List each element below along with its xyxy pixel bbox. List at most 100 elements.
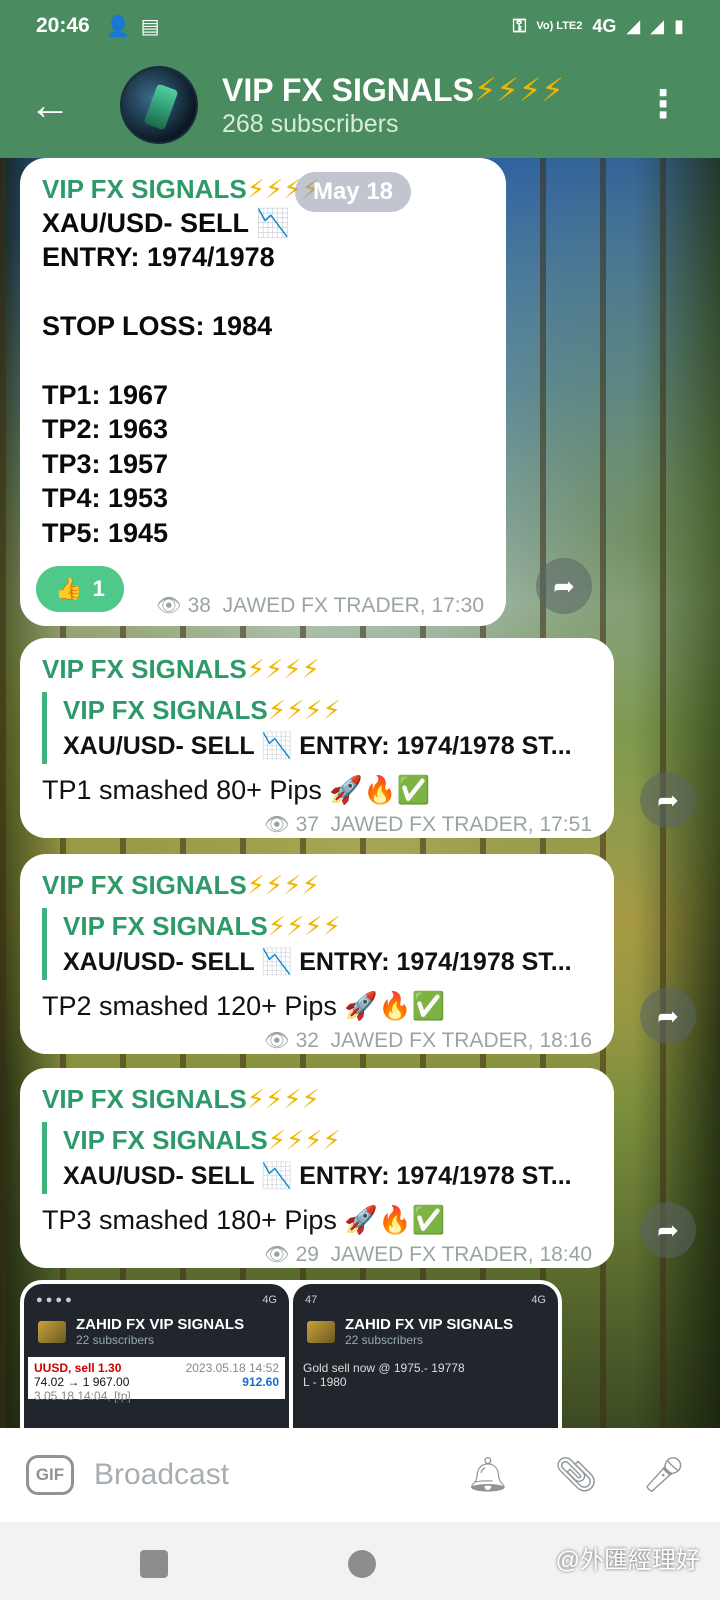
media-album[interactable]: ● ● ● ● 4G ZAHID FX VIP SIGNALS 22 subscr…: [20, 1280, 562, 1428]
media-thumbnail[interactable]: ● ● ● ● 4G ZAHID FX VIP SIGNALS 22 subscr…: [24, 1284, 289, 1428]
thumb-date: 2023.05.18 14:52: [185, 1361, 279, 1375]
message-body: TP3 smashed 180+ Pips 🚀🔥✅: [42, 1205, 446, 1235]
message-sender[interactable]: VIP FX SIGNALS⚡⚡⚡⚡: [42, 1082, 592, 1116]
thumb-logo: [38, 1320, 66, 1343]
forward-arrow-icon: ➦: [657, 1214, 679, 1245]
message-line: TP2: 1963: [42, 414, 169, 445]
reply-text: XAU/USD- SELL 📉 ENTRY: 1974/1978 ST...: [63, 1162, 572, 1190]
recents-button[interactable]: [140, 1550, 168, 1578]
view-count: 37: [295, 812, 319, 836]
message-sender[interactable]: VIP FX SIGNALS⚡⚡⚡⚡: [42, 172, 484, 206]
sender-name: VIP FX SIGNALS: [42, 870, 247, 900]
thumb-footer: 3.05.18 14:04, [tp]: [34, 1389, 131, 1403]
sender-bolts: ⚡⚡⚡⚡: [246, 870, 320, 900]
back-arrow-icon: ←: [29, 81, 71, 128]
reply-text: XAU/USD- SELL 📉 ENTRY: 1974/1978 ST...: [63, 732, 572, 760]
reply-sender: VIP FX SIGNALS⚡⚡⚡⚡: [63, 1122, 592, 1158]
more-menu-button[interactable]: ⋮: [644, 86, 682, 124]
message-line: ENTRY: 1974/1978: [42, 242, 275, 273]
forward-arrow-icon: ➦: [553, 570, 575, 601]
key-icon: ⚿: [512, 15, 527, 36]
reply-sender-name: VIP FX SIGNALS: [63, 911, 268, 941]
thumb-text-2: L - 1980: [303, 1375, 347, 1389]
thumb-subtitle: 22 subscribers: [345, 1333, 424, 1347]
chat-area[interactable]: May 18 VIP FX SIGNALS⚡⚡⚡⚡ XAU/USD- SELL …: [0, 158, 720, 1428]
thumb-text: Gold sell now @ 1975.- 19778: [303, 1361, 465, 1375]
view-count: 32: [295, 1028, 319, 1052]
person-add-icon: 👤: [105, 15, 131, 38]
author-time: JAWED FX TRADER, 17:30: [222, 593, 484, 617]
forward-button[interactable]: ➦: [640, 772, 696, 828]
view-count: 29: [295, 1242, 319, 1266]
volte-indicator: Vo) LTE2: [536, 19, 583, 32]
forward-arrow-icon: ➦: [657, 784, 679, 815]
message-bubble-2[interactable]: VIP FX SIGNALS⚡⚡⚡⚡ VIP FX SIGNALS⚡⚡⚡⚡ XA…: [20, 638, 614, 838]
reply-text: XAU/USD- SELL 📉 ENTRY: 1974/1978 ST...: [63, 948, 572, 976]
message-bubble-3[interactable]: VIP FX SIGNALS⚡⚡⚡⚡ VIP FX SIGNALS⚡⚡⚡⚡ XA…: [20, 854, 614, 1054]
message-text: XAU/USD- SELL 📉 ENTRY: 1974/1978 STOP LO…: [42, 206, 484, 550]
message-bubble-1[interactable]: VIP FX SIGNALS⚡⚡⚡⚡ XAU/USD- SELL 📉 ENTRY…: [20, 158, 506, 626]
forward-button[interactable]: ➦: [640, 988, 696, 1044]
message-meta: 👁 37 JAWED FX TRADER, 17:51: [42, 812, 592, 837]
channel-title-text: VIP FX SIGNALS: [222, 72, 474, 108]
sender-name: VIP FX SIGNALS: [42, 1084, 247, 1114]
reply-sender-bolts: ⚡⚡⚡⚡: [267, 695, 341, 725]
thumb-prices: 74.02 → 1 967.00: [34, 1375, 130, 1389]
message-line: TP4: 1953: [42, 483, 169, 514]
thumb-status: 47 4G: [305, 1294, 546, 1306]
channel-title-block[interactable]: VIP FX SIGNALS⚡⚡⚡⚡ 268 subscribers: [222, 71, 564, 139]
bell-icon[interactable]: 🔔︎: [458, 1455, 518, 1495]
reply-quote[interactable]: VIP FX SIGNALS⚡⚡⚡⚡ XAU/USD- SELL 📉 ENTRY…: [42, 692, 592, 764]
microphone-icon[interactable]: 🎤︎: [634, 1455, 694, 1495]
reply-quote[interactable]: VIP FX SIGNALS⚡⚡⚡⚡ XAU/USD- SELL 📉 ENTRY…: [42, 1122, 592, 1194]
reply-sender-name: VIP FX SIGNALS: [63, 695, 268, 725]
author-time: JAWED FX TRADER, 18:16: [330, 1028, 592, 1052]
message-body: TP2 smashed 120+ Pips 🚀🔥✅: [42, 991, 446, 1021]
message-meta: 👁 38 JAWED FX TRADER, 17:30: [156, 593, 484, 618]
watermark: @外匯經理好: [555, 1547, 700, 1574]
paperclip-icon[interactable]: 📎︎: [546, 1455, 606, 1495]
sender-bolts: ⚡⚡⚡⚡: [246, 1084, 320, 1114]
thumb-profit: 912.60: [242, 1375, 279, 1389]
message-sender[interactable]: VIP FX SIGNALS⚡⚡⚡⚡: [42, 868, 592, 902]
thumb-network: 4G: [531, 1294, 546, 1306]
forward-button[interactable]: ➦: [536, 558, 592, 614]
reply-sender-bolts: ⚡⚡⚡⚡: [267, 911, 341, 941]
message-meta: 👁 32 JAWED FX TRADER, 18:16: [42, 1028, 592, 1053]
message-sender[interactable]: VIP FX SIGNALS⚡⚡⚡⚡: [42, 652, 592, 686]
signal-icon-2: ◢: [650, 15, 665, 36]
gif-button[interactable]: GIF: [26, 1455, 74, 1495]
reaction-chip[interactable]: 👍 1: [36, 566, 124, 612]
system-nav-bar: @外匯經理好: [0, 1522, 720, 1600]
message-line: STOP LOSS: 1984: [42, 311, 273, 342]
eye-icon: 👁: [264, 814, 290, 836]
media-thumbnail[interactable]: 47 4G ZAHID FX VIP SIGNALS 22 subscribers…: [293, 1284, 558, 1428]
thumb-title: ZAHID FX VIP SIGNALS: [76, 1316, 245, 1333]
message-line: XAU/USD- SELL 📉: [42, 208, 290, 238]
message-body: TP1 smashed 80+ Pips 🚀🔥✅: [42, 775, 431, 805]
channel-title: VIP FX SIGNALS⚡⚡⚡⚡: [222, 71, 564, 109]
message-line-blank: [42, 275, 484, 309]
sender-name: VIP FX SIGNALS: [42, 654, 247, 684]
reply-sender-name: VIP FX SIGNALS: [63, 1125, 268, 1155]
back-button[interactable]: ←: [0, 55, 100, 155]
channel-avatar[interactable]: [120, 66, 198, 144]
thumb-status: ● ● ● ● 4G: [36, 1294, 277, 1306]
date-pill: May 18: [295, 172, 411, 212]
home-button[interactable]: [348, 1550, 376, 1578]
sender-bolts: ⚡⚡⚡⚡: [246, 654, 320, 684]
forward-button[interactable]: ➦: [640, 1202, 696, 1258]
reply-sender-bolts: ⚡⚡⚡⚡: [267, 1125, 341, 1155]
view-count: 38: [187, 593, 211, 617]
message-bubble-4[interactable]: VIP FX SIGNALS⚡⚡⚡⚡ VIP FX SIGNALS⚡⚡⚡⚡ XA…: [20, 1068, 614, 1268]
message-line: TP3: 1957: [42, 448, 169, 479]
thumb-body: Gold sell now @ 1975.- 19778 L - 1980: [297, 1357, 554, 1399]
broadcast-input[interactable]: Broadcast: [94, 1458, 430, 1492]
thumb-network: 4G: [262, 1294, 277, 1306]
reply-quote[interactable]: VIP FX SIGNALS⚡⚡⚡⚡ XAU/USD- SELL 📉 ENTRY…: [42, 908, 592, 980]
thumbs-up-icon: 👍: [55, 576, 83, 601]
eye-icon: 👁: [264, 1244, 290, 1266]
sender-name: VIP FX SIGNALS: [42, 174, 247, 204]
message-line: TP1: 1967: [42, 380, 169, 410]
message-line: TP5: 1945: [42, 517, 169, 548]
